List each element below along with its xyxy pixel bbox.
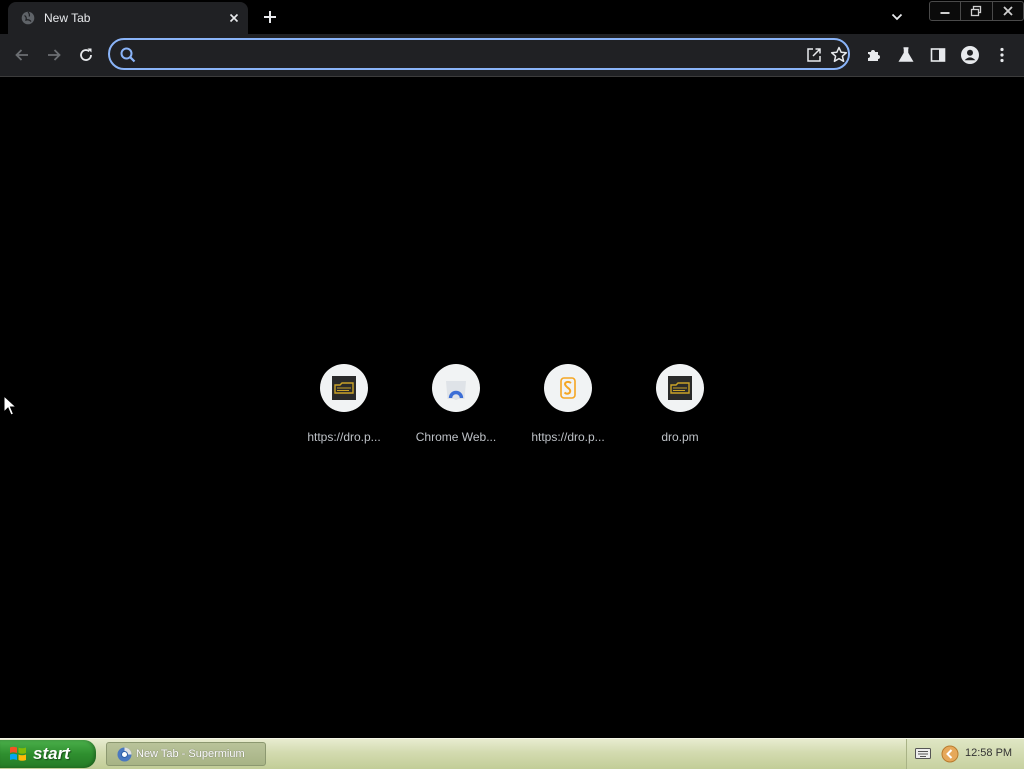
forward-arrow-icon[interactable] — [44, 45, 64, 65]
address-input[interactable] — [144, 44, 798, 66]
shortcut-label: Chrome Web... — [415, 430, 497, 444]
minimize-icon — [940, 12, 950, 14]
orange-s-favicon-icon — [544, 364, 592, 412]
shortcut-tile[interactable]: Chrome Web... — [400, 364, 512, 454]
profile-avatar-icon[interactable] — [960, 45, 980, 65]
keyboard-icon[interactable] — [915, 747, 931, 760]
chevron-down-icon[interactable] — [887, 8, 907, 26]
browser-toolbar — [0, 34, 1024, 77]
shortcut-tile[interactable]: https://dro.p... — [288, 364, 400, 454]
start-label: start — [33, 744, 70, 763]
restore-icon — [971, 5, 982, 17]
minimize-button[interactable] — [930, 2, 960, 20]
start-button[interactable]: start — [0, 740, 96, 768]
windows-logo-icon — [9, 745, 27, 763]
labs-flask-icon[interactable] — [896, 45, 916, 65]
dro-pm-favicon-icon — [656, 364, 704, 412]
taskbar: start New Tab - Supermium 12:58 PM — [0, 738, 1024, 769]
back-arrow-icon[interactable] — [12, 45, 32, 65]
taskbar-window-button[interactable]: New Tab - Supermium — [106, 742, 266, 766]
window-controls — [929, 1, 1024, 21]
system-tray: 12:58 PM — [906, 739, 1024, 769]
shortcut-label: dro.pm — [661, 430, 699, 444]
mouse-cursor-icon — [3, 395, 17, 417]
clock: 12:58 PM — [965, 747, 1013, 759]
close-icon — [1003, 6, 1013, 16]
shortcut-tile[interactable]: https://dro.p... — [512, 364, 624, 454]
globe-icon — [21, 11, 35, 25]
address-bar[interactable] — [108, 38, 850, 70]
tab-title: New Tab — [44, 11, 91, 25]
most-visited-shortcuts: https://dro.p... Chrome Web... https://d… — [288, 364, 736, 454]
chrome-web-store-icon — [432, 364, 480, 412]
shortcut-label: https://dro.p... — [531, 430, 605, 444]
extensions-puzzle-icon[interactable] — [864, 45, 884, 65]
tab-new-tab[interactable]: New Tab — [8, 2, 248, 34]
tab-strip: New Tab — [0, 0, 1024, 34]
reload-icon[interactable] — [76, 45, 96, 65]
taskbar-window-label: New Tab - Supermium — [136, 748, 245, 760]
share-icon[interactable] — [805, 46, 823, 64]
new-tab-page: https://dro.p... Chrome Web... https://d… — [0, 77, 1024, 738]
close-icon[interactable] — [226, 10, 242, 26]
side-panel-icon[interactable] — [928, 45, 948, 65]
chevron-left-icon[interactable] — [941, 745, 959, 763]
dro-pm-favicon-icon — [320, 364, 368, 412]
restore-button[interactable] — [960, 2, 991, 20]
close-window-button[interactable] — [991, 2, 1023, 20]
plus-icon[interactable] — [260, 7, 280, 27]
shortcut-label: https://dro.p... — [307, 430, 381, 444]
search-icon — [119, 46, 137, 64]
bookmark-star-icon[interactable] — [829, 45, 849, 65]
more-menu-icon[interactable] — [992, 45, 1012, 65]
supermium-browser-icon — [117, 747, 132, 762]
shortcut-tile[interactable]: dro.pm — [624, 364, 736, 454]
